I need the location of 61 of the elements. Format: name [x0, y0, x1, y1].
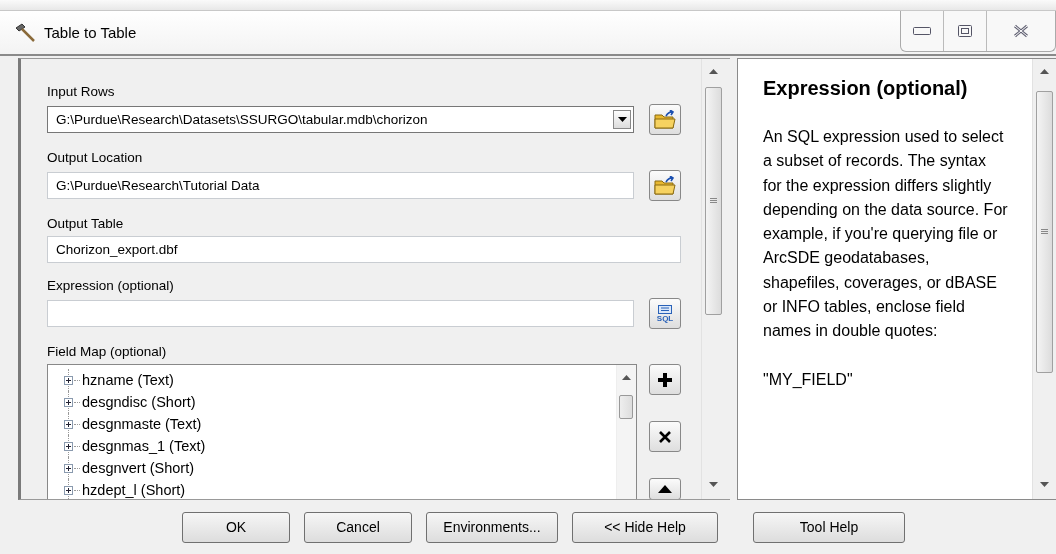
- window-title: Table to Table: [44, 24, 138, 41]
- expand-icon[interactable]: [64, 419, 73, 429]
- dialog-button[interactable]: << Hide Help: [572, 511, 718, 543]
- tree-item[interactable]: hzname (Text): [82, 372, 174, 388]
- close-icon: [1013, 24, 1029, 38]
- minimize-icon: [913, 27, 931, 35]
- tree-item[interactable]: desgndisc (Short): [82, 394, 196, 410]
- expand-icon[interactable]: [64, 397, 73, 407]
- folder-arrow-icon: [654, 175, 677, 196]
- dialog-button[interactable]: OK: [182, 511, 290, 543]
- dialog-button[interactable]: Environments...: [426, 511, 558, 543]
- help-text: "MY_FIELD": [763, 369, 854, 390]
- dropdown-field[interactable]: G:\Purdue\Research\Datasets\SSURGO\tabular.mdb\chorizon: [47, 106, 635, 133]
- scrollbar-thumb[interactable]: [705, 87, 722, 315]
- delete-button[interactable]: [649, 421, 681, 452]
- close-icon: [659, 430, 671, 443]
- folder-arrow-icon: [654, 109, 677, 130]
- field-label: Output Location: [47, 149, 144, 167]
- move-up-button[interactable]: [649, 478, 681, 499]
- field-label: Output Table: [47, 215, 125, 233]
- tree-item[interactable]: desgnmas_1 (Text): [82, 438, 206, 454]
- grip-icon: [1041, 229, 1048, 235]
- expand-icon[interactable]: [64, 463, 73, 473]
- hammer-icon: [14, 22, 36, 43]
- expand-icon[interactable]: [64, 375, 73, 385]
- help-text: An SQL expression used to select a subset of records. The syntax for the expression differs slightly depending on the data source. For example, if you're querying file or ArcSDE geodatabases, shapefiles, coverages, or dBASE or INFO tables, enclose field names in double quotes:: [763, 127, 1009, 342]
- scrollbar[interactable]: [1032, 59, 1056, 499]
- maximize-icon: [958, 25, 972, 37]
- up-arrow-icon: [658, 483, 672, 493]
- scrollbar-thumb[interactable]: [619, 395, 633, 419]
- sql-button[interactable]: SQL: [649, 298, 681, 329]
- expand-icon[interactable]: [64, 485, 73, 495]
- field-label: Field Map (optional): [47, 343, 168, 361]
- plus-icon: [657, 371, 673, 388]
- scroll-up-arrow-icon[interactable]: [1040, 69, 1049, 74]
- dialog-button[interactable]: Cancel: [304, 511, 412, 543]
- tree-item[interactable]: desgnvert (Short): [82, 460, 195, 476]
- browse-button[interactable]: [649, 170, 681, 201]
- tree-item[interactable]: desgnmaste (Text): [82, 416, 202, 432]
- sql-query-icon: [658, 304, 673, 314]
- scroll-down-arrow-icon[interactable]: [1040, 482, 1049, 487]
- field-label: Input Rows: [47, 83, 116, 101]
- field-label: Expression (optional): [47, 277, 175, 295]
- caret-icon: [617, 117, 627, 122]
- scroll-down-arrow-icon[interactable]: [709, 482, 718, 487]
- input-field[interactable]: [47, 300, 635, 327]
- scrollbar[interactable]: [616, 365, 636, 499]
- help-title: Expression (optional): [763, 76, 969, 101]
- scrollbar-thumb[interactable]: [1036, 91, 1053, 373]
- tree-item[interactable]: hzdept_l (Short): [82, 482, 186, 498]
- dialog-button[interactable]: Tool Help: [753, 511, 905, 543]
- browse-button[interactable]: [649, 104, 681, 135]
- expand-icon[interactable]: [64, 441, 73, 451]
- scrollbar[interactable]: [701, 59, 725, 499]
- input-field[interactable]: G:\Purdue\Research\Tutorial Data: [47, 172, 635, 199]
- field-map-list[interactable]: hzname (Text) desgndisc (Short) desgnmaste (Text) desgnmas_1 (Text) desgnvert (Short) hzdept_l (Short): [47, 364, 637, 499]
- scroll-up-arrow-icon[interactable]: [709, 69, 718, 74]
- input-field[interactable]: Chorizon_export.dbf: [47, 236, 681, 263]
- grip-icon: [710, 198, 717, 204]
- scroll-up-arrow-icon[interactable]: [622, 375, 631, 380]
- add-button[interactable]: [649, 364, 681, 395]
